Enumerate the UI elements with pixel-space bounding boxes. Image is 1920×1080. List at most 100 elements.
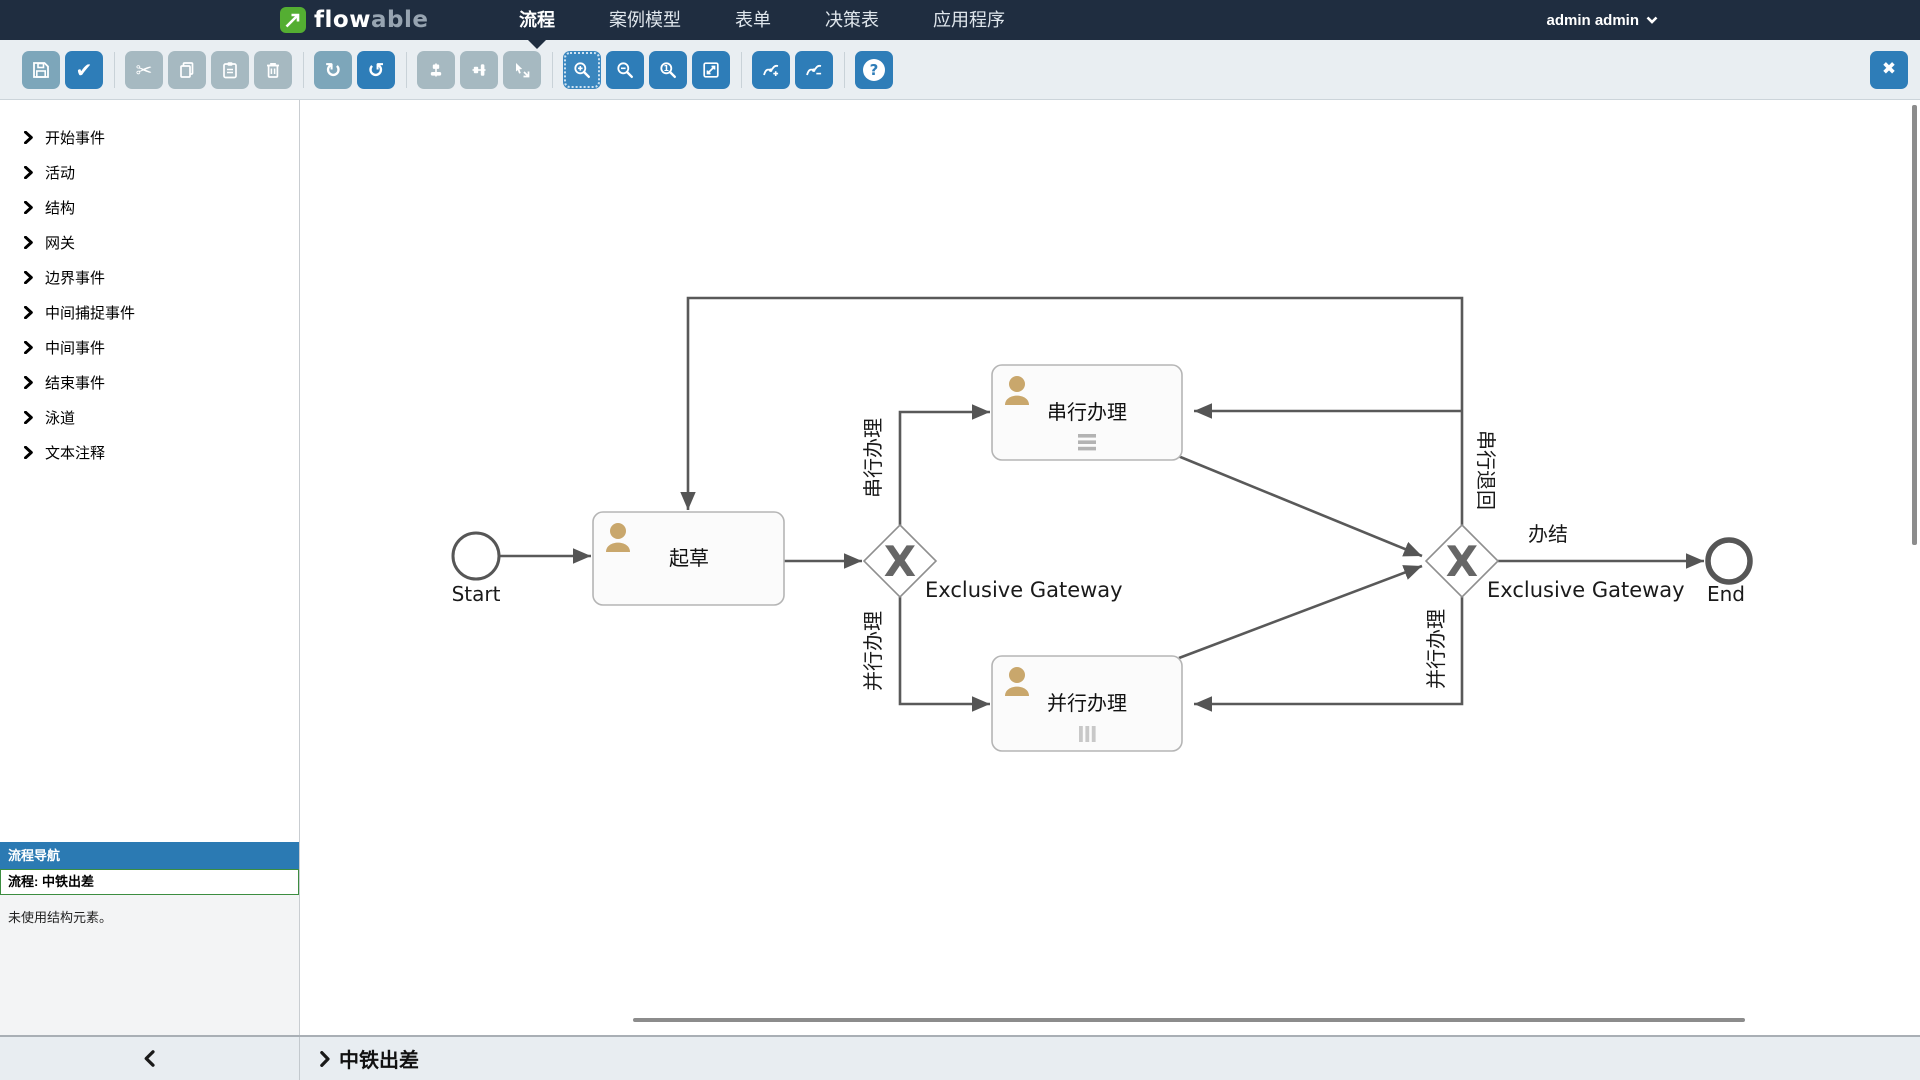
remove-bendpoint-icon xyxy=(804,60,824,80)
palette-group-intermediate-catching-events[interactable]: 中间捕捉事件 xyxy=(0,295,299,330)
close-icon: ✖ xyxy=(1882,61,1896,78)
chevron-left-icon xyxy=(144,1050,155,1067)
user-task-parallel-label: 并行办理 xyxy=(1047,691,1127,715)
palette-group-label: 活动 xyxy=(45,162,75,183)
tab-case-models[interactable]: 案例模型 xyxy=(582,0,708,40)
palette-group-boundary-events[interactable]: 边界事件 xyxy=(0,260,299,295)
zoom-actual-button[interactable]: 1 xyxy=(649,51,687,89)
edge-gateway2-to-parallel[interactable] xyxy=(1194,597,1462,704)
edge-label-to-serial: 串行办理 xyxy=(861,418,885,498)
validate-button[interactable]: ✔ xyxy=(65,51,103,89)
zoom-out-icon xyxy=(615,60,635,80)
align-horizontal-icon xyxy=(426,60,446,80)
chevron-right-icon xyxy=(24,306,33,319)
palette-group-start-events[interactable]: 开始事件 xyxy=(0,120,299,155)
close-editor-button[interactable]: ✖ xyxy=(1870,51,1908,89)
process-navigator-header: 流程导航 xyxy=(0,842,299,869)
edge-gateway1-to-parallel[interactable] xyxy=(900,597,990,704)
zoom-out-button[interactable] xyxy=(606,51,644,89)
align-vertical-icon xyxy=(469,60,489,80)
toolbar-separator xyxy=(844,52,845,88)
palette-group-label: 中间事件 xyxy=(45,337,105,358)
scissors-icon: ✂ xyxy=(136,60,153,80)
palette-group-intermediate-events[interactable]: 中间事件 xyxy=(0,330,299,365)
flowable-logo-text: flowable xyxy=(314,7,428,33)
user-task-draft[interactable]: 起草 xyxy=(593,512,784,605)
copy-button[interactable] xyxy=(168,51,206,89)
palette-group-text-annotation[interactable]: 文本注释 xyxy=(0,435,299,470)
canvas-horizontal-scrollbar[interactable] xyxy=(633,1018,1745,1022)
svg-text:1: 1 xyxy=(664,64,670,73)
help-button[interactable]: ? xyxy=(855,51,893,89)
palette-group-activities[interactable]: 活动 xyxy=(0,155,299,190)
user-task-serial[interactable]: 串行办理 xyxy=(992,365,1182,460)
canvas-vertical-scrollbar[interactable] xyxy=(1912,105,1917,545)
sequential-multi-instance-icon xyxy=(1078,434,1096,450)
undo-icon: ↺ xyxy=(368,60,385,80)
undo-button[interactable]: ↺ xyxy=(357,51,395,89)
process-title: 中铁出差 xyxy=(339,1044,419,1073)
sequence-flows xyxy=(500,298,1704,704)
end-event-node[interactable]: End xyxy=(1707,540,1750,606)
edge-serial-to-gateway2[interactable] xyxy=(1178,456,1422,556)
main-nav-tabs: 流程 案例模型 表单 决策表 应用程序 xyxy=(492,0,1032,40)
exclusive-gateway-2-label: Exclusive Gateway xyxy=(1487,578,1685,602)
tab-apps[interactable]: 应用程序 xyxy=(906,0,1032,40)
zoom-in-button[interactable] xyxy=(563,51,601,89)
exclusive-gateway-1-label: Exclusive Gateway xyxy=(925,578,1123,602)
flowable-logo: flowable xyxy=(280,0,428,40)
gateway-x-symbol: X xyxy=(1446,537,1478,586)
tab-decision-tables[interactable]: 决策表 xyxy=(798,0,906,40)
chevron-right-icon xyxy=(24,201,33,214)
process-navigator-selected-item[interactable]: 流程: 中铁出差 xyxy=(0,869,299,895)
palette-group-label: 文本注释 xyxy=(45,442,105,463)
bpmn-canvas[interactable]: 串行办理 并行办理 串行退回 并行办理 办结 Start 起草 xyxy=(300,100,1920,1035)
chevron-down-icon xyxy=(1646,16,1658,24)
cut-button[interactable]: ✂ xyxy=(125,51,163,89)
delete-button[interactable] xyxy=(254,51,292,89)
edge-parallel-to-gateway2[interactable] xyxy=(1179,566,1422,658)
palette-group-label: 泳道 xyxy=(45,407,75,428)
tab-processes[interactable]: 流程 xyxy=(492,0,582,40)
user-menu-label: admin admin xyxy=(1546,12,1639,29)
exclusive-gateway-1[interactable]: X Exclusive Gateway xyxy=(864,525,1123,602)
chevron-right-icon xyxy=(24,341,33,354)
shape-palette: 开始事件 活动 结构 网关 边界事件 中间捕捉事件 中间事件 结束事件 泳道 文… xyxy=(0,100,300,842)
chevron-right-icon xyxy=(24,166,33,179)
palette-group-swimlanes[interactable]: 泳道 xyxy=(0,400,299,435)
redo-button[interactable]: ↻ xyxy=(314,51,352,89)
gateway-x-symbol: X xyxy=(884,537,916,586)
same-size-button[interactable] xyxy=(503,51,541,89)
add-bendpoint-button[interactable] xyxy=(752,51,790,89)
chevron-right-icon xyxy=(320,1051,330,1067)
edge-gateway1-to-serial[interactable] xyxy=(900,412,990,525)
chevron-right-icon xyxy=(24,411,33,424)
process-navigator-empty-note: 未使用结构元素。 xyxy=(0,895,299,938)
palette-group-gateways[interactable]: 网关 xyxy=(0,225,299,260)
align-horizontal-button[interactable] xyxy=(417,51,455,89)
zoom-fit-button[interactable] xyxy=(692,51,730,89)
palette-group-end-events[interactable]: 结束事件 xyxy=(0,365,299,400)
editor-toolbar: ✔ ✂ ↻ ↺ xyxy=(0,40,1920,100)
process-title-toggle[interactable]: 中铁出差 xyxy=(300,1037,419,1080)
chevron-right-icon xyxy=(24,131,33,144)
align-vertical-button[interactable] xyxy=(460,51,498,89)
edge-label-to-parallel: 并行办理 xyxy=(861,611,885,691)
remove-bendpoint-button[interactable] xyxy=(795,51,833,89)
same-size-icon xyxy=(512,60,532,80)
start-event-node[interactable]: Start xyxy=(452,533,501,606)
save-icon xyxy=(31,60,51,80)
toolbar-separator xyxy=(552,52,553,88)
palette-group-structural[interactable]: 结构 xyxy=(0,190,299,225)
palette-group-label: 结束事件 xyxy=(45,372,105,393)
save-button[interactable] xyxy=(22,51,60,89)
edge-label-finish: 办结 xyxy=(1528,522,1568,546)
palette-group-label: 边界事件 xyxy=(45,267,105,288)
paste-button[interactable] xyxy=(211,51,249,89)
user-menu[interactable]: admin admin xyxy=(1546,0,1658,40)
collapse-sidebar-button[interactable] xyxy=(0,1037,300,1080)
user-task-parallel[interactable]: 并行办理 xyxy=(992,656,1182,751)
tab-forms[interactable]: 表单 xyxy=(708,0,798,40)
zoom-actual-icon: 1 xyxy=(658,60,678,80)
redo-icon: ↻ xyxy=(325,60,342,80)
